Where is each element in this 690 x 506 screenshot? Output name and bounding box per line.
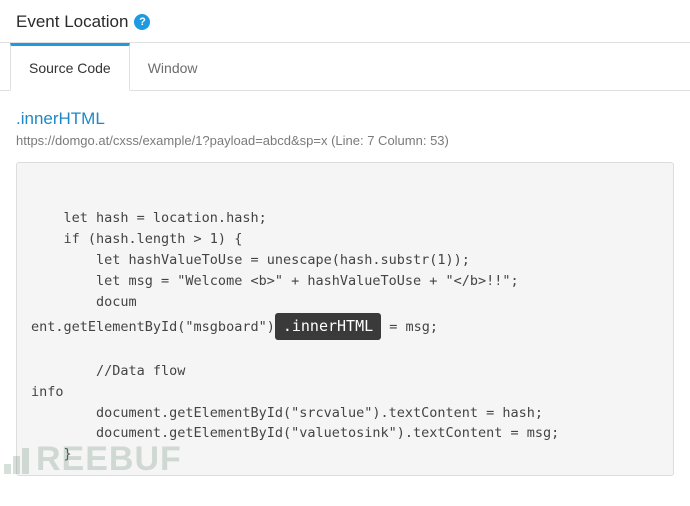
code-line: if (hash.length > 1) {	[31, 231, 242, 247]
code-line: let hash = location.hash;	[31, 210, 267, 226]
page-root: Event Location ? Source Code Window .inn…	[0, 0, 690, 476]
section-title: Event Location	[16, 12, 128, 32]
code-line	[31, 342, 39, 358]
code-line: }	[31, 446, 72, 462]
tab-label: Source Code	[29, 60, 111, 76]
code-line: //Data flow	[31, 363, 194, 379]
tab-window[interactable]: Window	[130, 43, 216, 90]
code-line: document.getElementById("srcvalue").text…	[31, 405, 543, 421]
code-line: let msg = "Welcome <b>" + hashValueToUse…	[31, 273, 519, 289]
code-highlight: .innerHTML	[275, 313, 381, 340]
code-block: let hash = location.hash; if (hash.lengt…	[16, 162, 674, 476]
code-line: = msg;	[381, 319, 438, 335]
section-title-row: Event Location ?	[16, 12, 674, 32]
code-line: docum	[31, 294, 137, 310]
help-icon[interactable]: ?	[134, 14, 150, 30]
section-header: Event Location ?	[0, 0, 690, 42]
tab-label: Window	[148, 60, 198, 76]
code-line: info	[31, 384, 64, 400]
code-line: let hashValueToUse = unescape(hash.subst…	[31, 252, 470, 268]
sink-title: .innerHTML	[16, 109, 674, 129]
code-line	[31, 189, 39, 205]
tab-bar: Source Code Window	[0, 43, 690, 91]
sink-location: https://domgo.at/cxss/example/1?payload=…	[16, 133, 674, 148]
code-content: let hash = location.hash; if (hash.lengt…	[31, 187, 659, 465]
code-line: document.getElementById("valuetosink").t…	[31, 425, 559, 441]
tab-source-code[interactable]: Source Code	[10, 43, 130, 91]
source-panel: .innerHTML https://domgo.at/cxss/example…	[0, 91, 690, 476]
code-line: ent.getElementById("msgboard")	[31, 319, 275, 335]
